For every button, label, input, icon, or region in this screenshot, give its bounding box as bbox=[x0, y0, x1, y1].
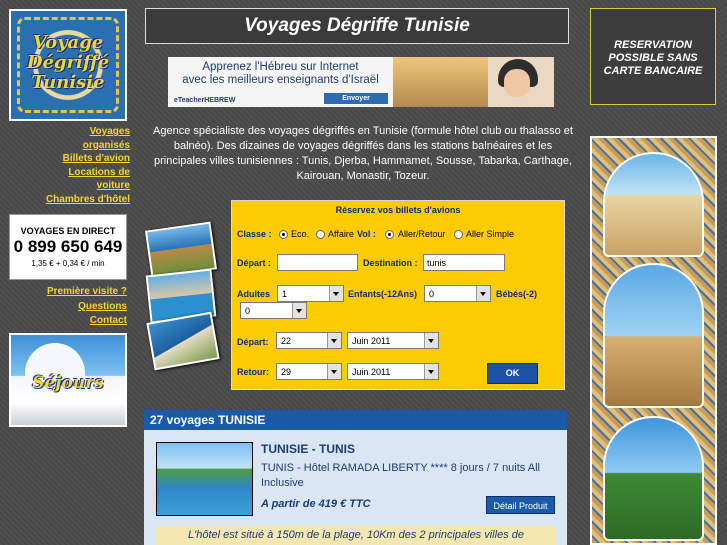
arch-beach-umbrellas bbox=[603, 152, 704, 257]
sidebar-nav-primary: Voyages organisés Billets d'avion Locati… bbox=[40, 125, 130, 206]
destination-label: Destination : bbox=[363, 258, 418, 268]
reservation-text: RESERVATION POSSIBLE SANS CARTE BANCAIRE bbox=[603, 39, 703, 77]
adultes-value: 1 bbox=[282, 289, 288, 299]
phone-number[interactable]: 0 899 650 649 bbox=[10, 237, 126, 257]
logo-line-1: Voyage bbox=[32, 32, 104, 53]
result-title[interactable]: TUNISIE - TUNIS bbox=[261, 442, 355, 456]
sejours-label: Séjours bbox=[32, 373, 104, 393]
depart-day-select[interactable]: 22 bbox=[276, 332, 342, 349]
nav-voyages-organises[interactable]: Voyages organisés bbox=[40, 125, 130, 152]
arch-palm-tree bbox=[603, 416, 704, 541]
nav-premiere-visite[interactable]: Première visite ? bbox=[30, 285, 127, 299]
nav-questions[interactable]: Questions bbox=[30, 300, 127, 314]
enfants-select[interactable]: 0 bbox=[424, 285, 491, 302]
ad-line-1: Apprenez l'Hébreu sur Internet bbox=[202, 61, 359, 73]
depart-month-select[interactable]: Juin 2011 bbox=[347, 332, 439, 349]
radio-aller-retour[interactable] bbox=[385, 230, 394, 239]
phone-price: 1,35 € + 0,34 € / min bbox=[31, 259, 105, 268]
retour-label: Retour: bbox=[237, 367, 269, 377]
page-title-box: Voyages Dégriffe Tunisie bbox=[145, 8, 569, 44]
classe-label: Classe : bbox=[237, 229, 272, 239]
nav-contact[interactable]: Contact bbox=[30, 314, 127, 328]
site-logo[interactable]: Voyage Dégriffé Tunisie bbox=[9, 9, 127, 121]
retour-day-value: 29 bbox=[281, 367, 292, 377]
intro-text: Agence spécialiste des voyages dégriffés… bbox=[153, 125, 573, 182]
reservation-notice: RESERVATION POSSIBLE SANS CARTE BANCAIRE bbox=[590, 8, 716, 105]
form-title: Réservez vos billets d'avions bbox=[335, 205, 461, 215]
radio-aller-simple-label: Aller Simple bbox=[466, 229, 515, 239]
chevron-down-icon bbox=[327, 364, 341, 379]
ad-line-2: avec les meilleurs enseignants d'Israël bbox=[182, 74, 379, 86]
depart-input[interactable] bbox=[277, 254, 358, 271]
retour-day-select[interactable]: 29 bbox=[276, 363, 342, 380]
depart-label: Départ : bbox=[237, 258, 272, 268]
flight-booking-form: Réservez vos billets d'avions Classe : E… bbox=[231, 200, 565, 390]
vol-label: Vol : bbox=[357, 229, 376, 239]
chevron-down-icon bbox=[424, 333, 438, 348]
depart-month-value: Juin 2011 bbox=[352, 336, 391, 346]
chevron-down-icon bbox=[424, 364, 438, 379]
logo-line-3: Tunisie bbox=[31, 72, 105, 93]
page-title: Voyages Dégriffe Tunisie bbox=[244, 15, 470, 36]
logo-line-2: Dégriffé bbox=[26, 52, 110, 73]
chevron-down-icon bbox=[476, 286, 490, 301]
radio-affaire-label: Affaire bbox=[328, 229, 354, 239]
bebes-value: 0 bbox=[245, 306, 251, 316]
result-summary-text: L'hôtel est situé à 150m de la plage, 10… bbox=[188, 529, 524, 541]
photo-bay bbox=[146, 311, 220, 371]
date-depart-label: Départ: bbox=[237, 337, 269, 347]
destination-input[interactable] bbox=[423, 254, 505, 271]
result-description: TUNIS - Hôtel RAMADA LIBERTY **** 8 jour… bbox=[261, 462, 540, 489]
ok-button[interactable]: OK bbox=[487, 363, 538, 384]
radio-eco-label: Eco. bbox=[291, 229, 310, 239]
nav-locations-voiture[interactable]: Locations de voiture bbox=[40, 166, 130, 193]
sejours-banner[interactable]: Séjours bbox=[9, 333, 127, 427]
ad-banner[interactable]: Apprenez l'Hébreu sur Internet avec les … bbox=[168, 57, 554, 107]
adultes-select[interactable]: 1 bbox=[277, 285, 344, 302]
nav-chambres-hotel[interactable]: Chambres d'hôtel bbox=[40, 193, 130, 207]
ad-text: Apprenez l'Hébreu sur Internet avec les … bbox=[168, 61, 393, 87]
ad-city-image bbox=[393, 57, 488, 107]
arch-desert-architecture bbox=[603, 263, 704, 408]
chevron-down-icon bbox=[292, 303, 306, 318]
radio-aller-retour-label: Aller/Retour bbox=[398, 229, 446, 239]
adultes-label: Adultes bbox=[237, 289, 271, 299]
tunisia-decor-panel bbox=[590, 136, 717, 545]
radio-eco[interactable] bbox=[279, 230, 288, 239]
ad-send-button[interactable]: Envoyer bbox=[324, 93, 388, 104]
retour-month-value: Juin 2011 bbox=[352, 367, 391, 377]
bebes-select[interactable]: 0 bbox=[240, 302, 307, 319]
radio-affaire[interactable] bbox=[316, 230, 325, 239]
enfants-label: Enfants(-12Ans) bbox=[348, 289, 418, 299]
chevron-down-icon bbox=[329, 286, 343, 301]
result-price: A partir de 419 € TTC bbox=[261, 498, 371, 510]
logo-text: Voyage Dégriffé Tunisie bbox=[11, 33, 125, 93]
detail-produit-button[interactable]: Détail Produit bbox=[486, 496, 555, 514]
sidebar-nav-secondary: Première visite ? Questions Contact bbox=[30, 285, 127, 328]
results-header: 27 voyages TUNISIE bbox=[144, 410, 567, 430]
ad-person-face bbox=[504, 69, 530, 97]
result-summary: L'hôtel est situé à 150m de la plage, 10… bbox=[156, 526, 556, 545]
retour-month-select[interactable]: Juin 2011 bbox=[347, 363, 439, 380]
bebes-label: Bébés(-2) bbox=[496, 289, 538, 299]
depart-day-value: 22 bbox=[281, 336, 292, 346]
ad-brand: eTeacherHEBREW bbox=[174, 97, 236, 104]
enfants-value: 0 bbox=[429, 289, 435, 299]
radio-aller-simple[interactable] bbox=[454, 230, 463, 239]
chevron-down-icon bbox=[327, 333, 341, 348]
nav-billets-avion[interactable]: Billets d'avion bbox=[40, 152, 130, 166]
phone-box[interactable]: VOYAGES EN DIRECT 0 899 650 649 1,35 € +… bbox=[9, 214, 127, 280]
hotel-photo[interactable] bbox=[156, 442, 253, 516]
phone-label: VOYAGES EN DIRECT bbox=[20, 226, 116, 236]
